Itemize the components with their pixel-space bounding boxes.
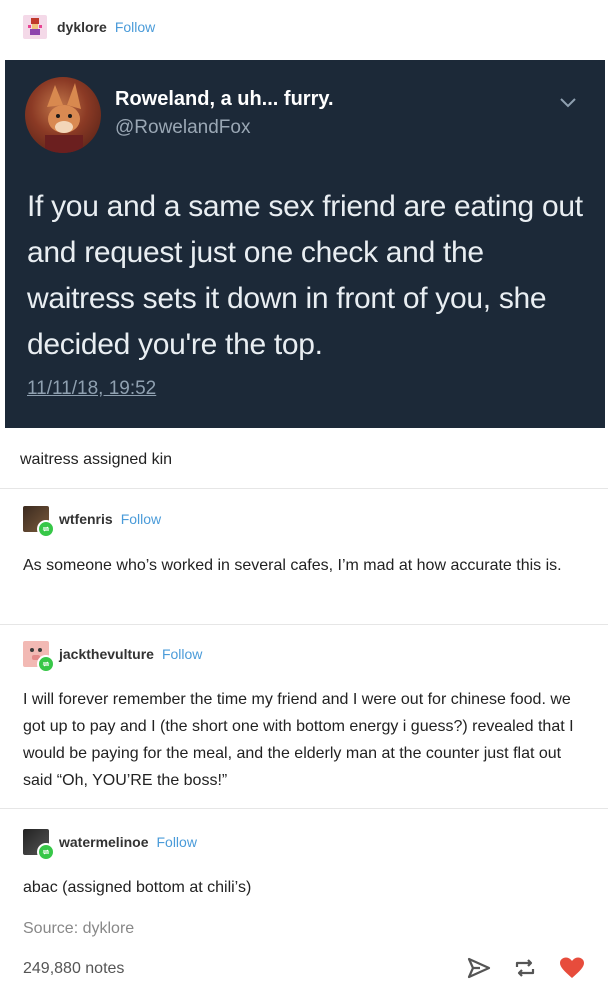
divider — [0, 488, 608, 489]
chevron-down-icon[interactable] — [559, 96, 577, 114]
reblog-avatar[interactable] — [23, 641, 55, 673]
op-avatar[interactable] — [23, 15, 47, 39]
reblog-username[interactable]: jackthevulture — [59, 646, 154, 662]
tweet-avatar — [25, 77, 101, 153]
reblog-header: watermelinoe Follow — [23, 829, 197, 861]
reblog-username[interactable]: wtfenris — [59, 511, 113, 527]
tweet-display-name: Roweland, a uh... furry. — [115, 88, 334, 110]
op-follow-button[interactable]: Follow — [115, 19, 155, 35]
op-header: dyklore Follow — [23, 15, 155, 39]
pixel-character-icon — [28, 18, 42, 35]
source-link[interactable]: Source: dyklore — [23, 920, 134, 938]
reblog-follow-button[interactable]: Follow — [156, 834, 196, 850]
reblog-icon[interactable] — [512, 956, 538, 985]
tweet-timestamp[interactable]: 11/11/18, 19:52 — [27, 378, 156, 400]
notes-count[interactable]: 249,880 notes — [23, 960, 124, 978]
reblog-username[interactable]: watermelinoe — [59, 834, 148, 850]
post-actions — [466, 956, 586, 985]
reblog-follow-button[interactable]: Follow — [162, 646, 202, 662]
reblog-header: jackthevulture Follow — [23, 641, 202, 673]
fox-avatar-icon — [45, 83, 83, 153]
op-caption: waitress assigned kin — [20, 451, 173, 468]
reblog-avatar[interactable] — [23, 506, 55, 538]
reblog-text: abac (assigned bottom at chili’s) — [23, 879, 252, 896]
send-icon[interactable] — [466, 956, 492, 985]
divider — [0, 808, 608, 809]
reblog-text: As someone who’s worked in several cafes… — [23, 557, 562, 574]
op-username[interactable]: dyklore — [57, 19, 107, 35]
heart-icon[interactable] — [558, 956, 586, 985]
embedded-tweet: Roweland, a uh... furry. @RowelandFox If… — [5, 60, 605, 428]
reblog-badge-icon — [37, 655, 55, 673]
divider — [0, 624, 608, 625]
reblog-follow-button[interactable]: Follow — [121, 511, 161, 527]
reblog-text: I will forever remember the time my frie… — [23, 691, 574, 789]
tweet-text: If you and a same sex friend are eating … — [27, 190, 583, 361]
reblog-avatar[interactable] — [23, 829, 55, 861]
reblog-badge-icon — [37, 520, 55, 538]
tweet-handle: @RowelandFox — [115, 117, 251, 138]
reblog-badge-icon — [37, 843, 55, 861]
reblog-header: wtfenris Follow — [23, 506, 161, 538]
